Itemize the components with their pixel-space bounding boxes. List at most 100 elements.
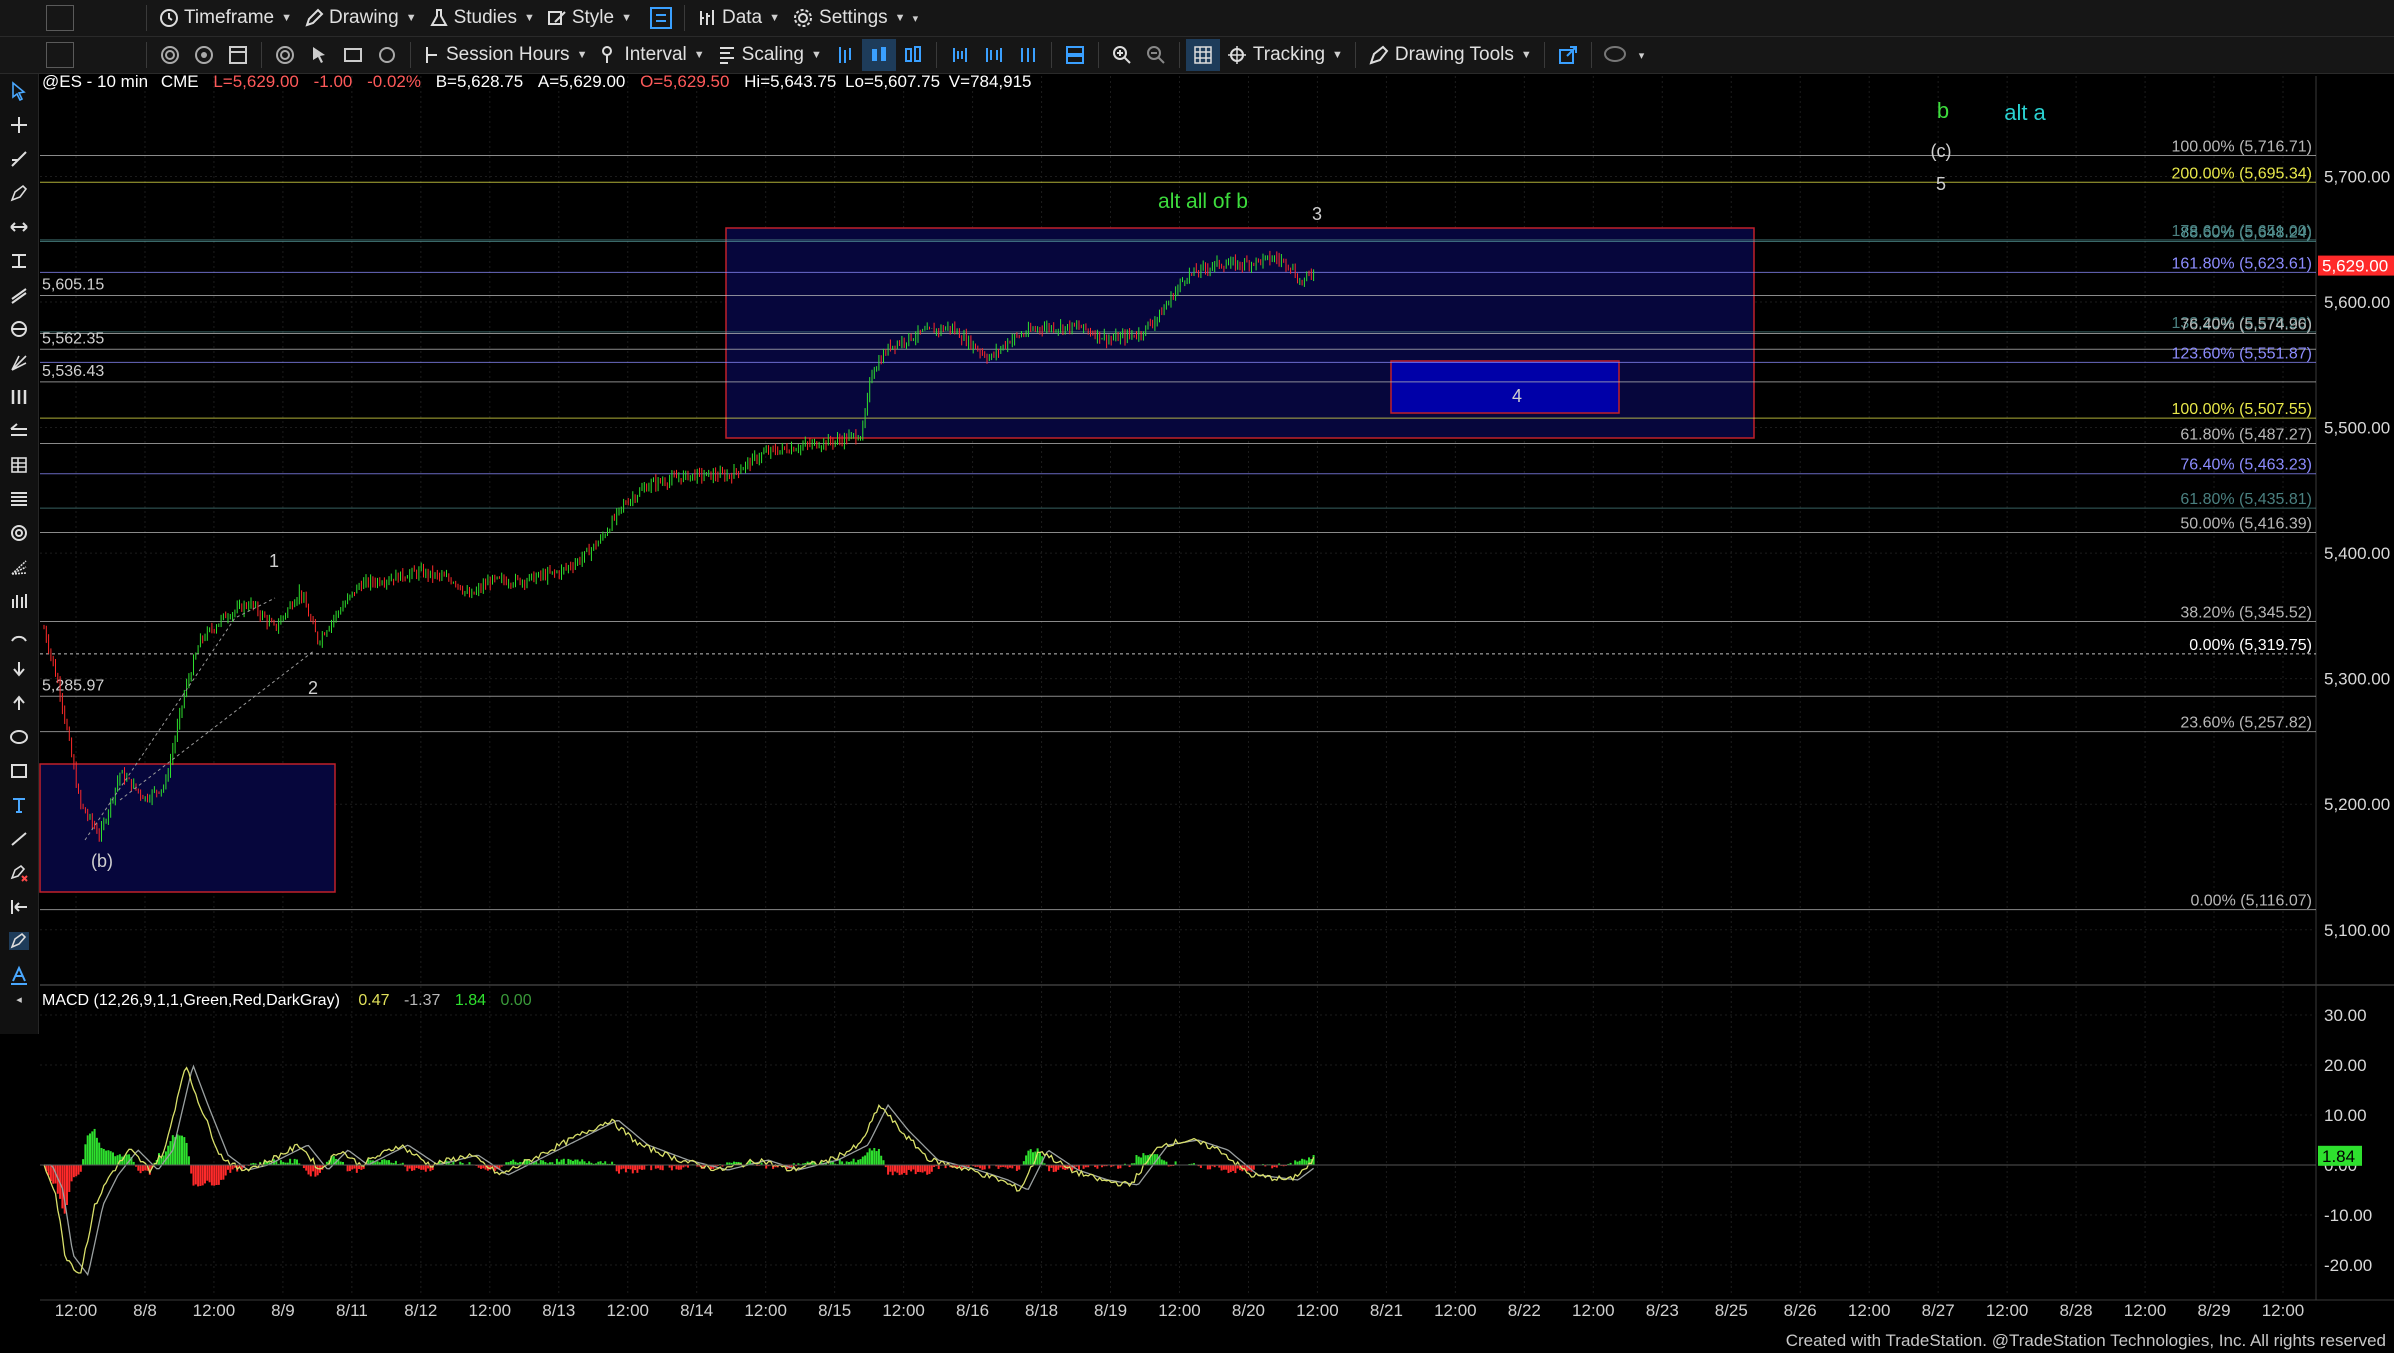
timeframe-menu[interactable]: Timeframe ▼ — [153, 2, 298, 34]
time-tick-label: 12:00 — [882, 1301, 925, 1320]
hollow-candle-button[interactable] — [896, 39, 930, 71]
gann-tool[interactable] — [0, 346, 38, 380]
remove-drawings-tool[interactable] — [0, 856, 38, 890]
wave-label: 5 — [1936, 174, 1946, 194]
bars-tool[interactable] — [0, 584, 38, 618]
session-hours-label: Session Hours — [446, 44, 570, 65]
zoom-in-button[interactable] — [1105, 39, 1139, 71]
export-button[interactable] — [1551, 39, 1585, 71]
compress-button[interactable] — [943, 39, 977, 71]
drawing-tools-menu[interactable]: Drawing Tools ▼ — [1362, 39, 1538, 71]
fib-level-label: 23.60% (5,257.82) — [2180, 715, 2312, 732]
time-tick-label: 12:00 — [1986, 1301, 2029, 1320]
drawing-tools-icon — [1369, 45, 1389, 65]
drawing-object-tool[interactable] — [0, 924, 38, 958]
settings-menu[interactable]: Settings ▼ ▾ — [786, 2, 924, 34]
trend-tool[interactable] — [0, 142, 38, 176]
ticker-button[interactable] — [336, 39, 370, 71]
wave-label: 4 — [1512, 386, 1522, 406]
scroll-button[interactable] — [1011, 39, 1045, 71]
expand-icon — [985, 48, 1002, 62]
time-tick-label: 8/27 — [1922, 1301, 1955, 1320]
style-menu[interactable]: Style ▼ — [541, 2, 638, 34]
data-window-button[interactable] — [221, 39, 255, 71]
left-level-label: 5,285.97 — [42, 677, 104, 694]
vertical-lines-tool[interactable] — [0, 380, 38, 414]
wave-label: b — [1937, 98, 1949, 123]
alert-button[interactable] — [370, 39, 404, 71]
symbol-info: @ES - 10 min CME L=5,629.00 -1.00 -0.02%… — [42, 72, 1032, 92]
cursor-button[interactable] — [302, 39, 336, 71]
fib-level-label: 61.80% (5,487.27) — [2180, 427, 2312, 444]
zoom-out-button[interactable] — [1139, 39, 1173, 71]
time-tick-label: 12:00 — [1848, 1301, 1891, 1320]
compress-icon — [952, 48, 967, 62]
text-tool[interactable] — [0, 788, 38, 822]
more-tools[interactable]: ◂ — [0, 992, 38, 1006]
refresh-button[interactable] — [187, 39, 221, 71]
candle-style-button[interactable] — [861, 39, 896, 71]
scaling-menu[interactable]: Scaling ▼ — [711, 39, 828, 71]
chevron-down-icon: ▼ — [693, 49, 705, 61]
studies-menu[interactable]: Studies ▼ — [423, 2, 541, 34]
window-button[interactable] — [46, 42, 74, 68]
target-button[interactable] — [268, 39, 302, 71]
fib-grid-tool[interactable] — [0, 448, 38, 482]
pen-icon — [10, 184, 28, 202]
link-chart-button[interactable] — [644, 2, 678, 34]
macd-value: 0.47 — [358, 992, 390, 1009]
fib-fan-icon — [11, 560, 27, 575]
text-style-tool[interactable] — [0, 958, 38, 992]
fib-extension-tool[interactable] — [0, 414, 38, 448]
tracking-menu[interactable]: Tracking ▼ — [1220, 39, 1349, 71]
ellipse-tool[interactable] — [0, 720, 38, 754]
chat-button[interactable] — [1598, 39, 1632, 71]
line-tool[interactable] — [0, 822, 38, 856]
grid-button[interactable] — [1185, 39, 1220, 71]
fib-retracement-tool[interactable] — [0, 482, 38, 516]
bid-price: B=5,628.75 — [435, 72, 524, 91]
expand-button[interactable] — [977, 39, 1011, 71]
select-tool[interactable] — [0, 74, 38, 108]
horizontal-range-tool[interactable] — [0, 210, 38, 244]
macd-tick-label: -20.00 — [2324, 1256, 2372, 1275]
session-hours-menu[interactable]: Session Hours ▼ — [417, 39, 593, 71]
arrow-down-tool[interactable] — [0, 652, 38, 686]
interval-menu[interactable]: Interval ▼ — [593, 39, 710, 71]
macd-tick-label: 10.00 — [2324, 1106, 2367, 1125]
drawing-menu[interactable]: Drawing ▼ — [298, 2, 423, 34]
bar-style-button[interactable] — [828, 39, 862, 71]
cycle-tool[interactable] — [0, 312, 38, 346]
crosshair-icon — [11, 117, 27, 133]
text-icon — [13, 798, 25, 813]
ask-price: A=5,629.00 — [537, 72, 626, 91]
time-tick-label: 8/19 — [1094, 1301, 1127, 1320]
channel-tool[interactable] — [0, 278, 38, 312]
chart-canvas[interactable]: 100.00% (5,716.71)200.00% (5,695.34)88.6… — [0, 0, 2394, 1353]
time-tick-label: 8/11 — [336, 1301, 368, 1320]
erase-icon — [10, 864, 28, 882]
data-menu[interactable]: Data ▼ — [691, 2, 786, 34]
snap-tool[interactable] — [0, 890, 38, 924]
channel-icon — [11, 288, 27, 304]
crosshair-tool[interactable] — [0, 108, 38, 142]
chevron-down-icon: ▼ — [1332, 49, 1343, 61]
vertical-range-tool[interactable] — [0, 244, 38, 278]
pen-tool[interactable] — [0, 176, 38, 210]
rectangle-tool[interactable] — [0, 754, 38, 788]
data-label: Data — [721, 7, 763, 28]
window-button[interactable] — [46, 5, 74, 31]
zoom-reset-button[interactable] — [153, 39, 187, 71]
vertical-lines-icon — [11, 390, 27, 404]
fib-circle-tool[interactable] — [0, 516, 38, 550]
fib-fan-tool[interactable] — [0, 550, 38, 584]
left-level-label: 5,562.35 — [42, 330, 104, 347]
arc-tool[interactable] — [0, 618, 38, 652]
fib-level-label: 50.00% (5,416.39) — [2180, 516, 2312, 533]
arrow-up-tool[interactable] — [0, 686, 38, 720]
time-tick-label: 8/8 — [133, 1301, 157, 1320]
drawing-object-icon — [9, 932, 29, 950]
split-view-button[interactable] — [1058, 39, 1092, 71]
separator — [1050, 42, 1052, 68]
wave-label: 3 — [1312, 204, 1322, 224]
